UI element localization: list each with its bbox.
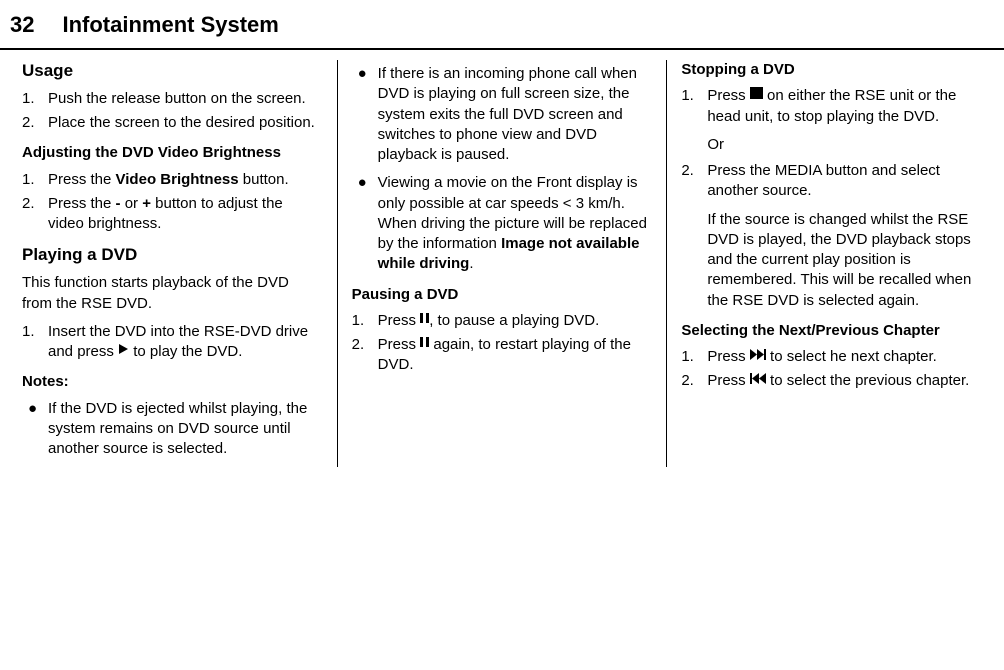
- t: or: [121, 195, 143, 212]
- brightness-list: 1. Press the Video Brightness button. 2.…: [22, 170, 323, 235]
- bullet-icon: ●: [352, 173, 378, 274]
- usage-heading: Usage: [22, 60, 323, 83]
- list-text: Press , to pause a playing DVD.: [378, 311, 600, 331]
- num-label: 1.: [22, 89, 48, 109]
- stop-icon: [750, 85, 763, 105]
- usage-list: 1. Push the release button on the screen…: [22, 89, 323, 134]
- list-item: 2. Press the - or + button to adjust the…: [22, 194, 323, 235]
- notes-heading: Notes:: [22, 372, 323, 392]
- playing-heading: Playing a DVD: [22, 244, 323, 267]
- t: , to pause a playing DVD.: [429, 312, 599, 329]
- content-columns: Usage 1. Push the release button on the …: [0, 50, 1004, 467]
- num-label: 1.: [22, 170, 48, 190]
- brightness-heading: Adjusting the DVD Video Brightness: [22, 143, 323, 163]
- list-text: Press the Video Brightness button.: [48, 170, 289, 190]
- list-text: Press to select the previous chapter.: [707, 371, 969, 391]
- list-text: Press on either the RSE unit or the head…: [707, 86, 982, 127]
- list-text: Press the MEDIA button and select anothe…: [707, 161, 982, 202]
- chapter-heading: Selecting the Next/Previous Chapter: [681, 321, 982, 341]
- notes-list-cont: ● If there is an incoming phone call whe…: [352, 64, 653, 275]
- t: Press the: [48, 195, 116, 212]
- num-label: 1.: [681, 347, 707, 367]
- t: Press: [707, 87, 750, 104]
- chapter-list: 1. Press to select he next chapter. 2. P…: [681, 347, 982, 392]
- play-icon: [118, 341, 129, 361]
- list-text: If the DVD is ejected whilst playing, th…: [48, 399, 323, 460]
- t: to select the previous chapter.: [766, 373, 969, 390]
- list-item: 2. Press the MEDIA button and select ano…: [681, 161, 982, 202]
- list-text: Press to select he next chapter.: [707, 347, 936, 367]
- prev-track-icon: [750, 370, 766, 390]
- num-label: 2.: [22, 113, 48, 133]
- num-label: 2.: [681, 161, 707, 202]
- t: Press: [378, 312, 421, 329]
- stopping-list-2: 2. Press the MEDIA button and select ano…: [681, 161, 982, 202]
- stopping-heading: Stopping a DVD: [681, 60, 982, 80]
- num-label: 2.: [22, 194, 48, 235]
- t: to select he next chapter.: [766, 348, 937, 365]
- list-item: 1. Press to select he next chapter.: [681, 347, 982, 367]
- page-number: 32: [10, 12, 34, 38]
- t: Press: [707, 373, 750, 390]
- column-3: Stopping a DVD 1. Press on either the RS…: [666, 60, 996, 467]
- next-track-icon: [750, 346, 766, 366]
- t: to play the DVD.: [129, 343, 242, 360]
- pausing-heading: Pausing a DVD: [352, 285, 653, 305]
- list-item: 1. Insert the DVD into the RSE-DVD drive…: [22, 322, 323, 363]
- list-item: ● Viewing a movie on the Front display i…: [352, 173, 653, 274]
- list-item: 2. Press again, to restart playing of th…: [352, 335, 653, 376]
- list-text: Press again, to restart playing of the D…: [378, 335, 653, 376]
- num-label: 1.: [681, 86, 707, 127]
- num-label: 2.: [352, 335, 378, 376]
- page-title: Infotainment System: [62, 12, 278, 38]
- list-item: ● If there is an incoming phone call whe…: [352, 64, 653, 165]
- column-1: Usage 1. Push the release button on the …: [8, 60, 337, 467]
- bullet-icon: ●: [352, 64, 378, 165]
- list-item: ● If the DVD is ejected whilst playing, …: [22, 399, 323, 460]
- stopping-list: 1. Press on either the RSE unit or the h…: [681, 86, 982, 127]
- stopping-or: Or: [707, 135, 982, 155]
- pausing-list: 1. Press , to pause a playing DVD. 2. Pr…: [352, 311, 653, 376]
- list-text: Place the screen to the desired position…: [48, 113, 315, 133]
- list-item: 1. Press , to pause a playing DVD.: [352, 311, 653, 331]
- page-header: 32 Infotainment System: [0, 0, 1004, 50]
- bullet-icon: ●: [22, 399, 48, 460]
- num-label: 1.: [352, 311, 378, 331]
- t: Video Brightness: [116, 171, 239, 188]
- stopping-para: If the source is changed whilst the RSE …: [707, 210, 982, 311]
- pause-icon: [420, 334, 429, 354]
- t: button.: [239, 171, 289, 188]
- playing-intro: This function starts playback of the DVD…: [22, 273, 323, 314]
- list-item: 2. Place the screen to the desired posit…: [22, 113, 323, 133]
- list-text: Viewing a movie on the Front display is …: [378, 173, 653, 274]
- num-label: 1.: [22, 322, 48, 363]
- list-item: 1. Press on either the RSE unit or the h…: [681, 86, 982, 127]
- t: Press: [378, 336, 421, 353]
- notes-list: ● If the DVD is ejected whilst playing, …: [22, 399, 323, 460]
- list-text: If there is an incoming phone call when …: [378, 64, 653, 165]
- t: .: [469, 255, 473, 272]
- list-text: Press the - or + button to adjust the vi…: [48, 194, 323, 235]
- playing-list: 1. Insert the DVD into the RSE-DVD drive…: [22, 322, 323, 363]
- t: Press: [707, 348, 750, 365]
- t: Press the: [48, 171, 116, 188]
- list-text: Push the release button on the screen.: [48, 89, 306, 109]
- list-item: 2. Press to select the previous chapter.: [681, 371, 982, 391]
- t: +: [142, 195, 151, 212]
- column-2: ● If there is an incoming phone call whe…: [337, 60, 667, 467]
- list-item: 1. Press the Video Brightness button.: [22, 170, 323, 190]
- list-text: Insert the DVD into the RSE-DVD drive an…: [48, 322, 323, 363]
- num-label: 2.: [681, 371, 707, 391]
- list-item: 1. Push the release button on the screen…: [22, 89, 323, 109]
- pause-icon: [420, 310, 429, 330]
